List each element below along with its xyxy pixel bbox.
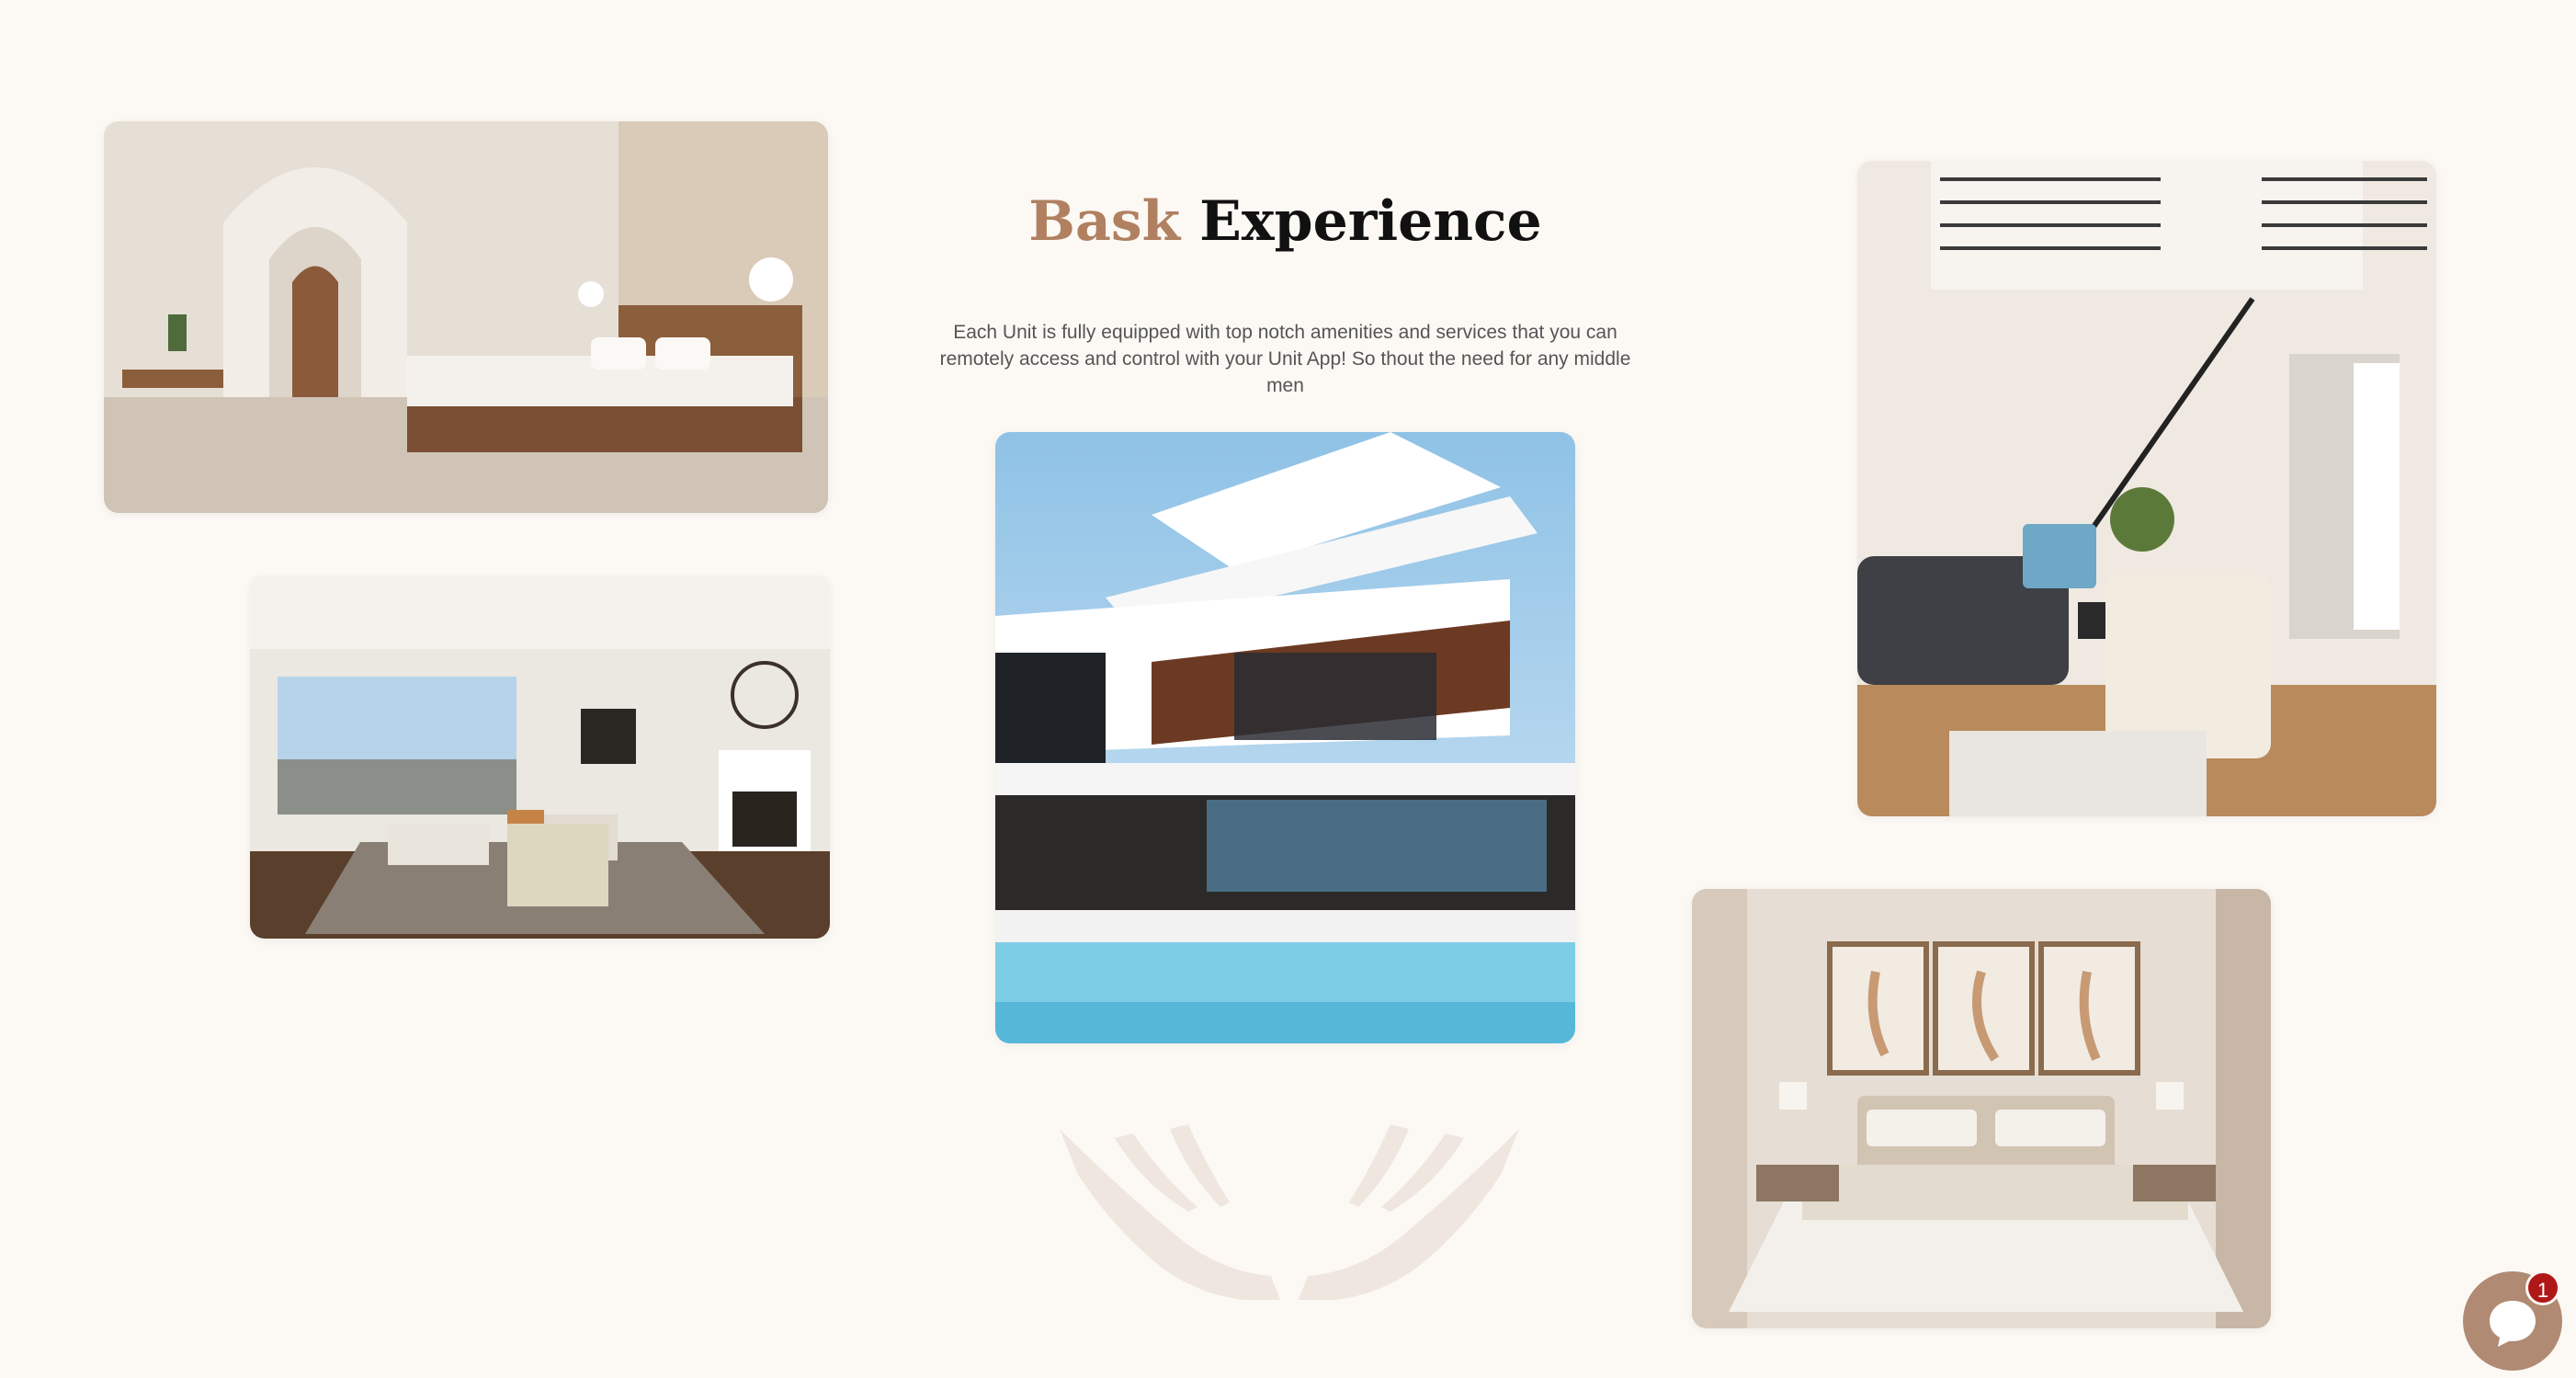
chat-bubble-icon — [2490, 1301, 2536, 1347]
photo-bedroom-art — [1692, 889, 2271, 1328]
title-rest: Experience — [1199, 189, 1542, 254]
notification-badge: 1 — [2525, 1270, 2560, 1305]
photo-arched-bedroom — [104, 121, 828, 513]
photo-living-room — [250, 575, 830, 939]
photo-loft-stairs — [1857, 161, 2436, 816]
photo-villa-pool — [995, 432, 1575, 1043]
hero-description: Each Unit is fully equipped with top not… — [939, 322, 1631, 396]
title-accent: Bask — [1028, 189, 1181, 254]
page-title: Bask Experience — [995, 180, 1575, 263]
hands-watermark-icon — [1060, 1120, 1519, 1300]
